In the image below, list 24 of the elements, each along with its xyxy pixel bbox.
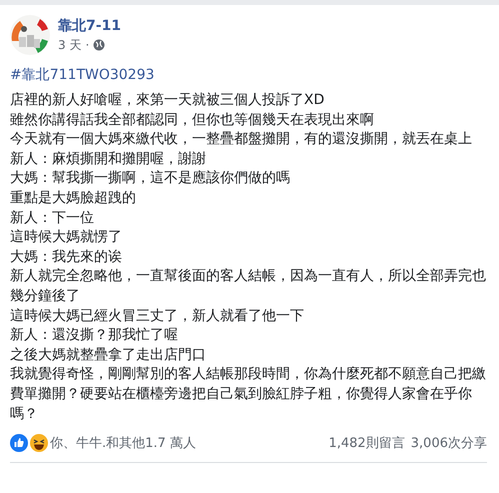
laughing-face-icon[interactable]: [30, 434, 48, 452]
comments-count[interactable]: 1,482則留言: [328, 434, 405, 452]
reactions-count[interactable]: 你、牛牛.和其他1.7 萬人: [50, 434, 196, 452]
post-text-line: 這時候大媽已經火冒三丈了，新人就看了他一下: [10, 306, 304, 326]
post-text-line: 新人就完全忽略他，一直幫後面的客人結帳，因為一直有人，所以全部弄完也幾分鐘後了: [10, 267, 487, 306]
post-text-line: 店裡的新人好嗆喔，來第一天就被三個人投訴了XD: [10, 91, 324, 110]
author-name[interactable]: 靠北7-11: [58, 16, 122, 34]
post-text-line: 我就覺得奇怪，剛剛幫別的客人結帳那段時間，你為什麼死都不願意自己把繳費單攤開？硬要站在櫃檯旁邊把自己氣到臉紅脖子粗，你覺得人家會在乎你嗎？: [10, 365, 487, 424]
post-text-line: 大媽：幫我撕一撕啊，這不是應該你們做的嗎: [10, 169, 290, 188]
post-text-line: 之後大媽就整疊拿了走出店門口: [10, 346, 206, 365]
post-text-line: 雖然你講得話我全部都認同，但你也等個幾天在表現出來啊: [10, 110, 374, 130]
globe-icon: [93, 39, 106, 51]
post-text-line: 新人：麻煩撕開和攤開喔，謝謝: [10, 150, 206, 169]
post-text-line: 大媽：我先來的诶: [10, 248, 122, 267]
shares-count[interactable]: 3,006次分享: [410, 434, 487, 452]
hashtag-link[interactable]: #靠北711TWO30293: [10, 65, 154, 85]
post-time[interactable]: 3 天: [58, 36, 82, 54]
separator: ·: [85, 38, 90, 52]
post-text-line: 重點是大媽臉超跩的: [10, 188, 136, 208]
post-text-line: 這時候大媽就愣了: [10, 228, 122, 248]
like-reaction-icon[interactable]: [10, 434, 28, 452]
post-text-line: 新人：下一位: [10, 208, 94, 228]
post-text-line: 新人：還沒撕？那我忙了喔: [10, 326, 178, 346]
post-text-line: 今天就有一個大媽來繳代收，一整疊都盤攤開，有的還沒撕開，就丟在桌上: [10, 130, 472, 150]
